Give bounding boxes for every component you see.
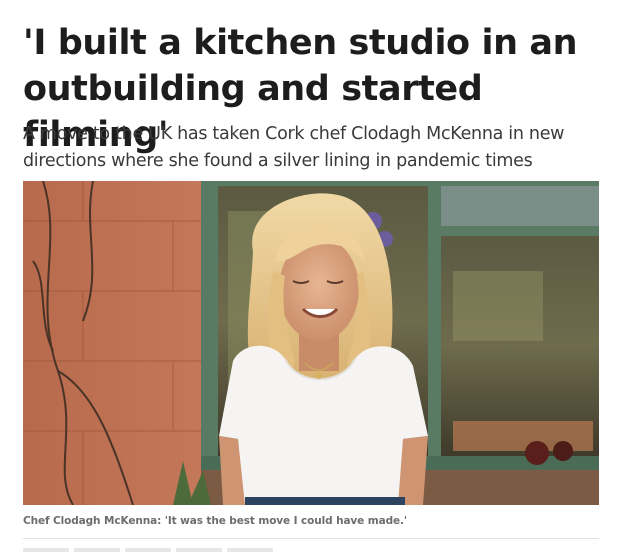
tab-stub bbox=[125, 548, 171, 552]
tab-stub bbox=[176, 548, 222, 552]
tab-stub bbox=[23, 548, 69, 552]
tab-stub bbox=[227, 548, 273, 552]
tab-stub bbox=[74, 548, 120, 552]
caption-divider bbox=[23, 538, 599, 539]
article-standfirst: A move to the UK has taken Cork chef Clo… bbox=[23, 124, 565, 171]
hero-image bbox=[23, 181, 599, 505]
image-caption: Chef Clodagh McKenna: 'It was the best m… bbox=[23, 515, 408, 527]
share-tabs bbox=[23, 548, 273, 552]
